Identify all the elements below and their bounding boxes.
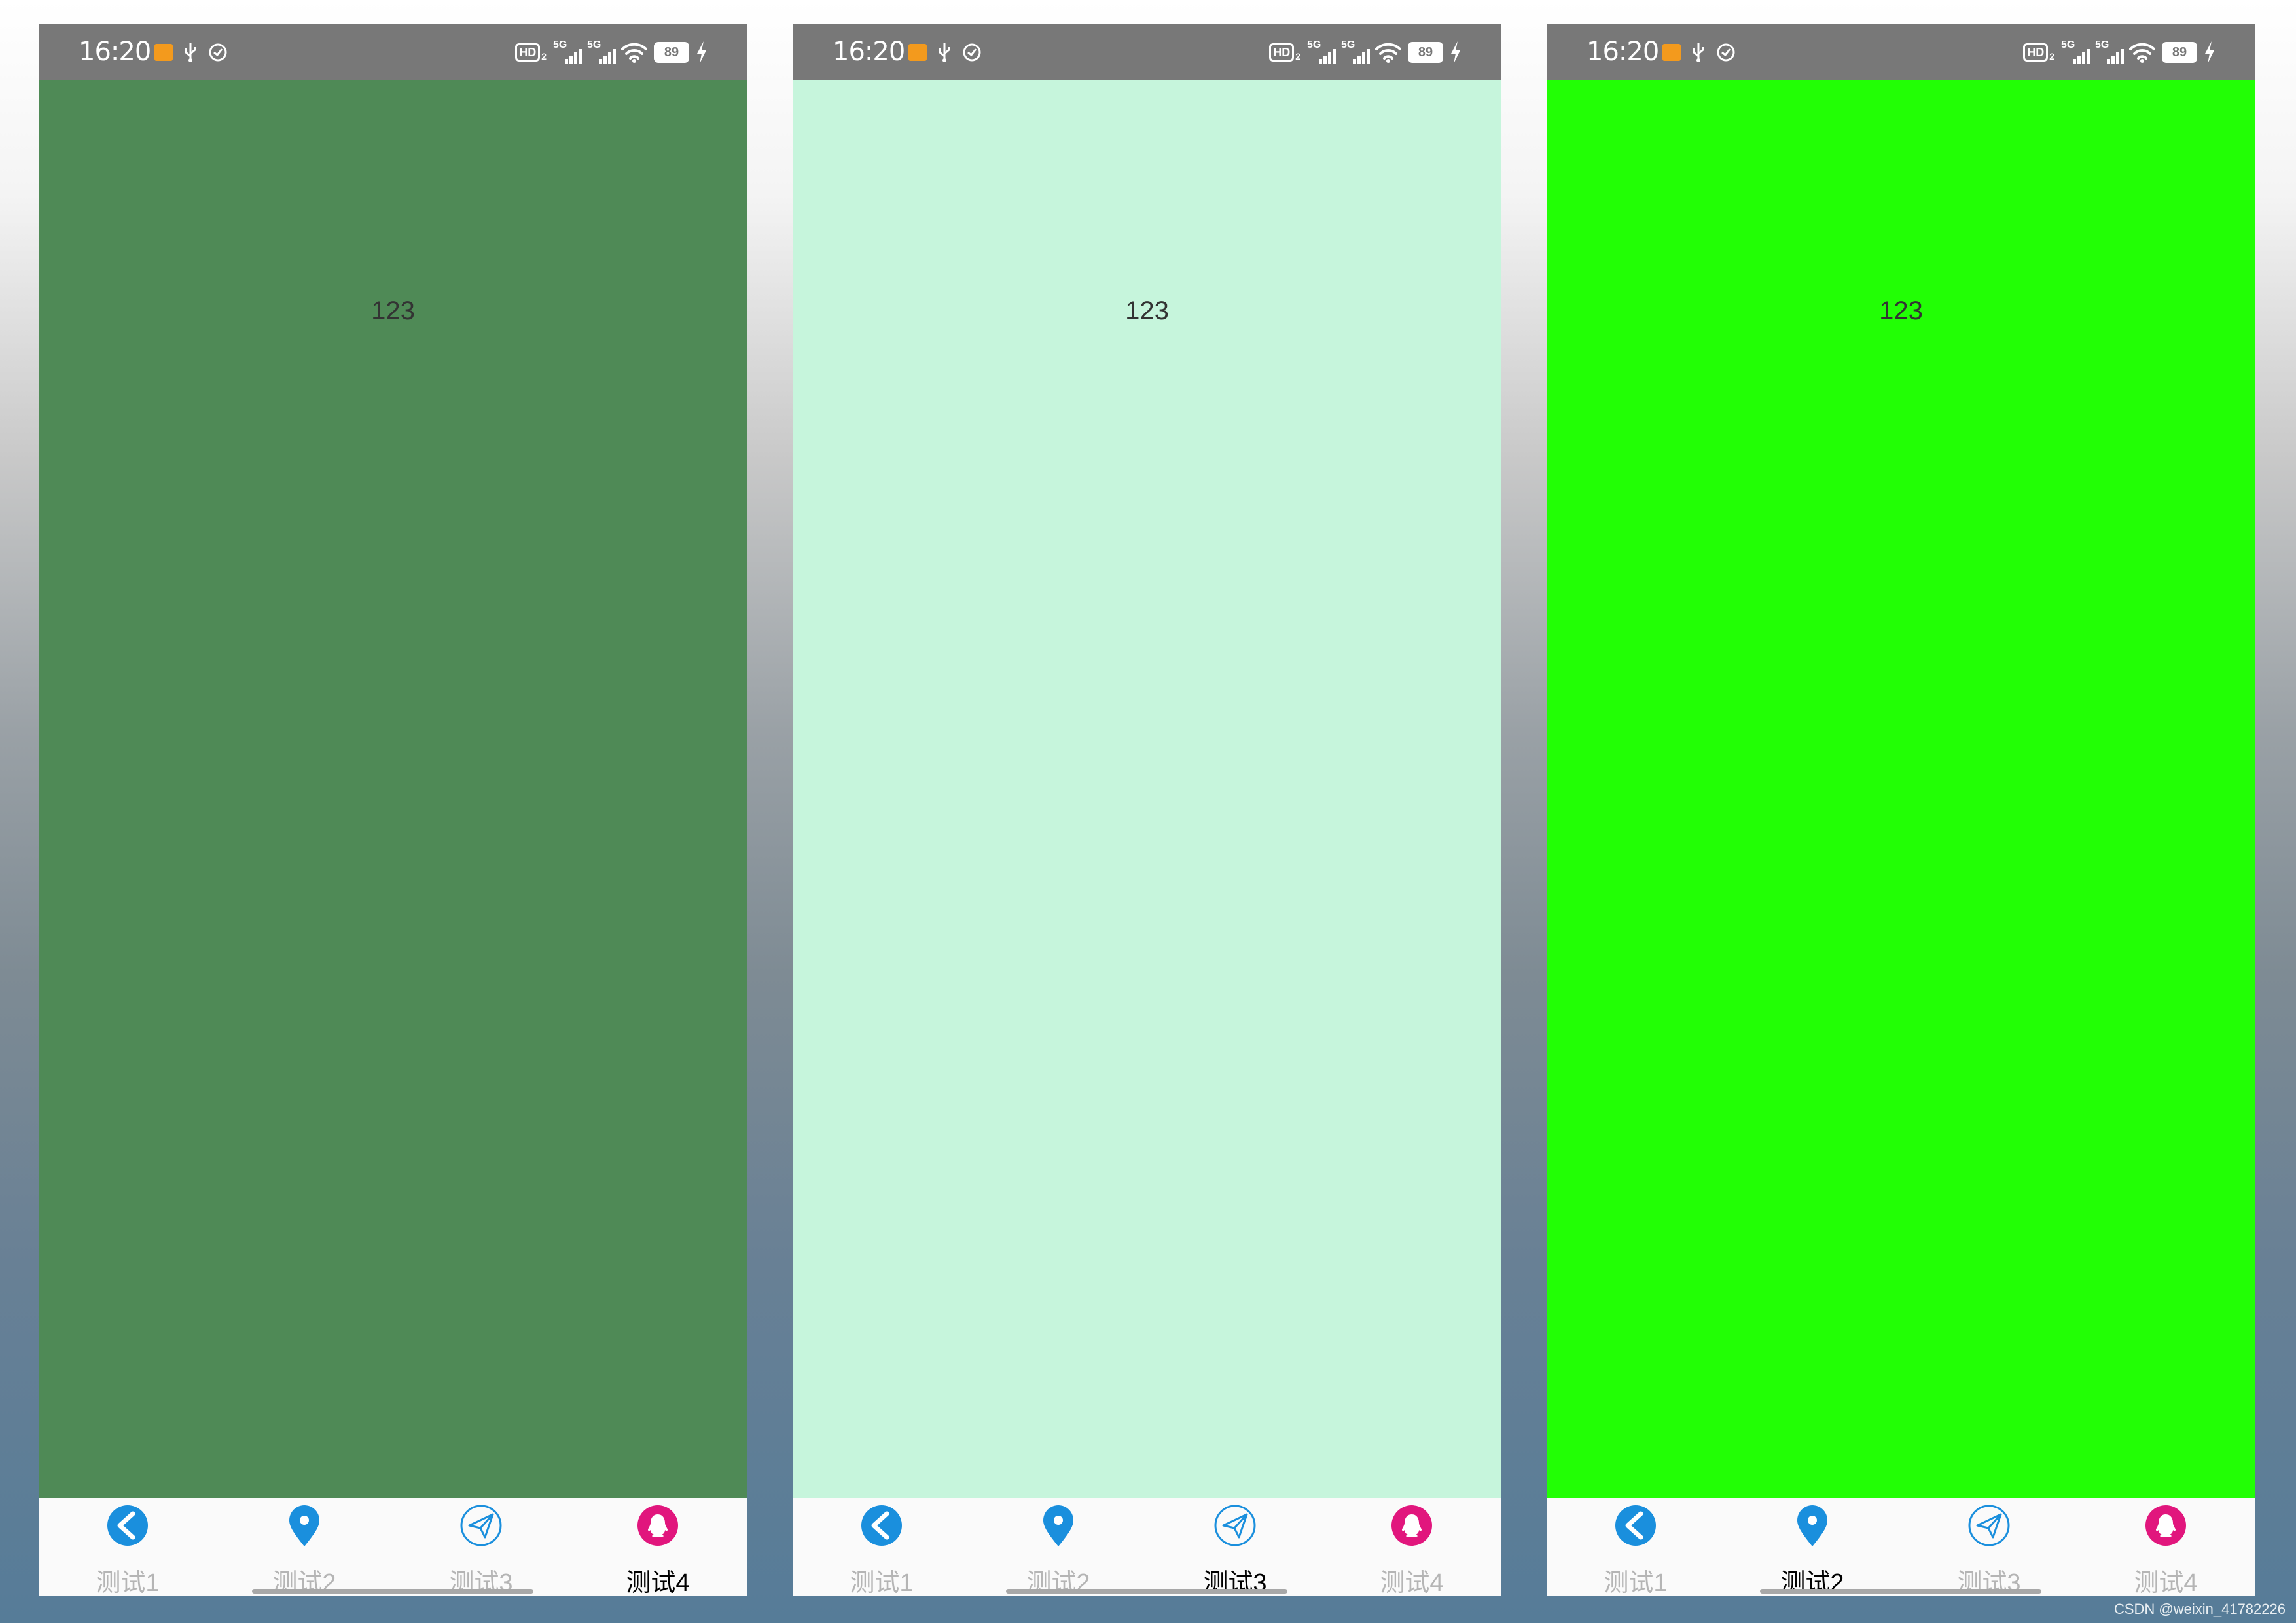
signal-5g-icon: 5G	[2061, 39, 2090, 64]
tab-item-3[interactable]: 测试3	[1147, 1498, 1323, 1596]
charging-bolt-icon	[1451, 41, 1460, 63]
qq-penguin-icon	[1391, 1505, 1433, 1548]
content-text: 123	[1879, 296, 1923, 325]
tab-label: 测试4	[2134, 1569, 2198, 1596]
hd-voice-icon: HD 2	[515, 43, 547, 62]
battery-icon: 89	[654, 42, 689, 63]
content-area: 123	[793, 80, 1501, 1498]
tab-item-1[interactable]: 测试1	[39, 1498, 216, 1596]
content-text: 123	[1125, 296, 1169, 325]
content-text: 123	[371, 296, 415, 325]
usb-icon	[939, 43, 950, 62]
location-pin-icon	[1791, 1505, 1833, 1548]
usb-icon	[185, 43, 196, 62]
battery-icon: 89	[1408, 42, 1443, 63]
signal-5g-icon: 5G	[1307, 39, 1336, 64]
hd-voice-icon: HD 2	[2023, 43, 2054, 62]
tab-item-1[interactable]: 测试1	[793, 1498, 970, 1596]
signal-5g-icon: 5G	[587, 39, 616, 64]
paper-plane-icon	[1214, 1505, 1256, 1548]
tab-item-4[interactable]: 测试4	[2077, 1498, 2254, 1596]
wifi-icon	[1375, 43, 1401, 63]
signal-5g-icon: 5G	[1341, 39, 1370, 64]
status-bar: 16:20 HD 2 5G 5G 89	[1547, 24, 2255, 80]
location-pin-icon	[283, 1505, 325, 1548]
bottom-tab-bar: 测试1 测试2 测试3 测试4	[793, 1498, 1501, 1596]
content-area: 123	[39, 80, 747, 1498]
tab-label: 测试1	[96, 1569, 160, 1596]
tab-item-4[interactable]: 测试4	[569, 1498, 746, 1596]
battery-icon: 89	[2162, 42, 2197, 63]
bottom-tab-bar: 测试1 测试2 测试3 测试4	[39, 1498, 747, 1596]
status-bar: 16:20 HD 2 5G 5G 89	[39, 24, 747, 80]
bottom-tab-bar: 测试1 测试2 测试3 测试4	[1547, 1498, 2255, 1596]
tab-label: 测试4	[626, 1569, 690, 1596]
tab-item-2[interactable]: 测试2	[1724, 1498, 1901, 1596]
back-circle-icon	[1615, 1505, 1657, 1548]
notification-app-icon	[908, 44, 927, 61]
tab-label: 测试1	[850, 1569, 914, 1596]
status-bar: 16:20 HD 2 5G 5G 89	[793, 24, 1501, 80]
content-area: 123	[1547, 80, 2255, 1498]
phone-screen-1: 16:20 HD 2 5G 5G 89 123 测试1 测试2 测试3 测试4	[39, 24, 747, 1596]
paper-plane-icon	[460, 1505, 502, 1548]
usb-icon	[1693, 43, 1704, 62]
tab-item-1[interactable]: 测试1	[1547, 1498, 1724, 1596]
sync-check-icon	[963, 43, 981, 62]
location-pin-icon	[1037, 1505, 1079, 1548]
charging-bolt-icon	[697, 41, 706, 63]
watermark: CSDN @weixin_41782226	[2113, 1601, 2286, 1617]
hd-voice-icon: HD 2	[1269, 43, 1300, 62]
phone-screen-2: 16:20 HD 2 5G 5G 89 123 测试1 测试2 测试3 测试4	[793, 24, 1501, 1596]
signal-5g-icon: 5G	[553, 39, 582, 64]
home-indicator[interactable]	[1006, 1589, 1287, 1594]
paper-plane-icon	[1968, 1505, 2010, 1548]
status-time: 16:20	[833, 37, 905, 67]
home-indicator[interactable]	[1760, 1589, 2041, 1594]
phone-screen-3: 16:20 HD 2 5G 5G 89 123 测试1 测试2 测试3 测试4	[1547, 24, 2255, 1596]
tab-item-3[interactable]: 测试3	[1901, 1498, 2077, 1596]
sync-check-icon	[209, 43, 227, 62]
notification-app-icon	[1662, 44, 1681, 61]
status-time: 16:20	[79, 37, 151, 67]
wifi-icon	[2129, 43, 2155, 63]
sync-check-icon	[1717, 43, 1735, 62]
qq-penguin-icon	[2145, 1505, 2187, 1548]
wifi-icon	[621, 43, 647, 63]
tab-item-3[interactable]: 测试3	[393, 1498, 569, 1596]
charging-bolt-icon	[2205, 41, 2214, 63]
notification-app-icon	[154, 44, 173, 61]
signal-5g-icon: 5G	[2095, 39, 2124, 64]
back-circle-icon	[861, 1505, 903, 1548]
back-circle-icon	[107, 1505, 149, 1548]
tab-label: 测试1	[1604, 1569, 1668, 1596]
tab-item-4[interactable]: 测试4	[1323, 1498, 1500, 1596]
tab-item-2[interactable]: 测试2	[216, 1498, 393, 1596]
qq-penguin-icon	[637, 1505, 679, 1548]
tab-label: 测试4	[1380, 1569, 1444, 1596]
status-time: 16:20	[1587, 37, 1659, 67]
tab-item-2[interactable]: 测试2	[970, 1498, 1147, 1596]
home-indicator[interactable]	[252, 1589, 533, 1594]
